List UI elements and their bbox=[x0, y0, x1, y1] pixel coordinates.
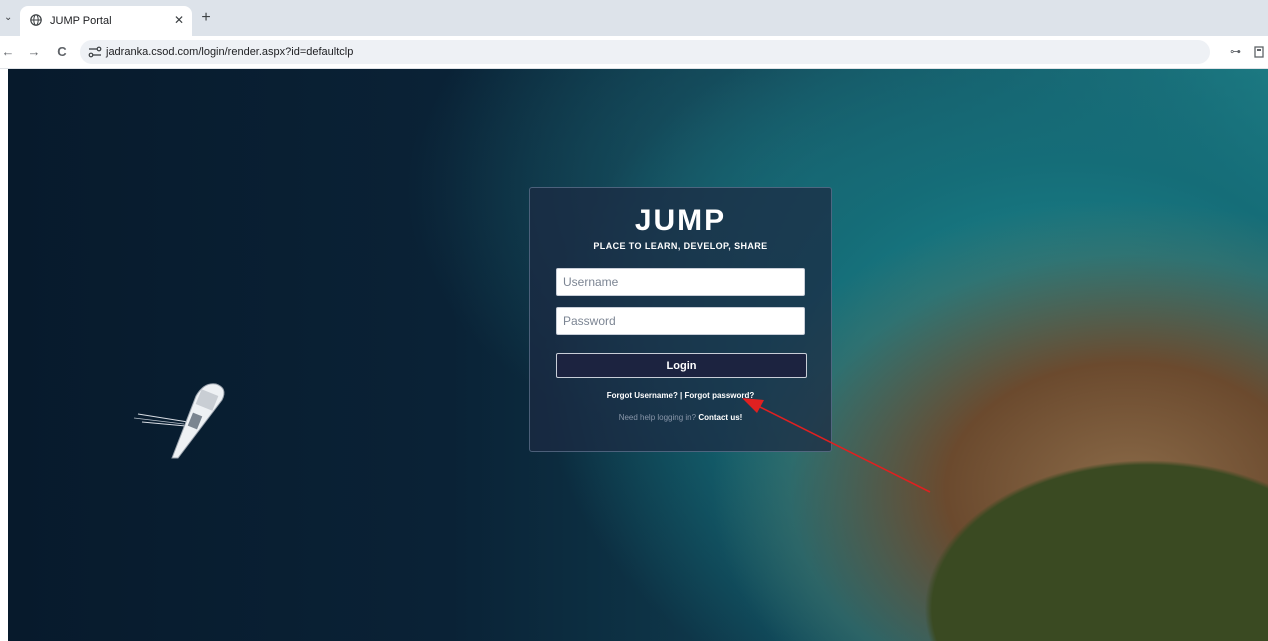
link-separator: | bbox=[677, 391, 685, 400]
forward-icon[interactable]: → bbox=[26, 44, 42, 60]
browser-toolbar: ← → C jadranka.csod.com/login/render.asp… bbox=[0, 36, 1268, 69]
tab-title: JUMP Portal bbox=[50, 15, 112, 27]
username-input[interactable] bbox=[556, 268, 805, 296]
url-text: jadranka.csod.com/login/render.aspx?id=d… bbox=[106, 46, 354, 58]
tab-search-chevron-icon[interactable]: ⌄ bbox=[4, 11, 14, 25]
brand-tagline: PLACE TO LEARN, DEVELOP, SHARE bbox=[593, 241, 768, 251]
password-key-icon[interactable]: ⊶ bbox=[1230, 45, 1244, 59]
close-tab-icon[interactable]: ✕ bbox=[172, 13, 186, 27]
forgot-password-link[interactable]: Forgot password? bbox=[685, 391, 755, 400]
login-page-background: JUMP PLACE TO LEARN, DEVELOP, SHARE Logi… bbox=[8, 69, 1268, 641]
brand-logo: JUMP bbox=[634, 204, 727, 237]
login-card: JUMP PLACE TO LEARN, DEVELOP, SHARE Logi… bbox=[529, 187, 832, 452]
reload-icon[interactable]: C bbox=[54, 44, 70, 60]
new-tab-icon[interactable]: + bbox=[198, 10, 214, 26]
globe-icon bbox=[30, 14, 42, 26]
address-bar[interactable]: jadranka.csod.com/login/render.aspx?id=d… bbox=[80, 40, 1210, 64]
login-button[interactable]: Login bbox=[556, 353, 807, 378]
password-input[interactable] bbox=[556, 307, 805, 335]
help-line: Need help logging in? Contact us! bbox=[530, 412, 831, 423]
forgot-username-link[interactable]: Forgot Username? bbox=[607, 391, 678, 400]
help-text: Need help logging in? bbox=[618, 413, 699, 422]
boat-image bbox=[133, 383, 225, 459]
browser-tab[interactable]: JUMP Portal ✕ bbox=[20, 6, 192, 36]
site-info-icon[interactable] bbox=[88, 45, 102, 59]
forgot-links: Forgot Username? | Forgot password? bbox=[530, 390, 831, 401]
extension-icon[interactable] bbox=[1254, 45, 1266, 59]
browser-tab-bar: ⌄ JUMP Portal ✕ + bbox=[0, 0, 1268, 36]
contact-us-link[interactable]: Contact us! bbox=[698, 413, 742, 422]
back-icon[interactable]: ← bbox=[0, 44, 16, 60]
